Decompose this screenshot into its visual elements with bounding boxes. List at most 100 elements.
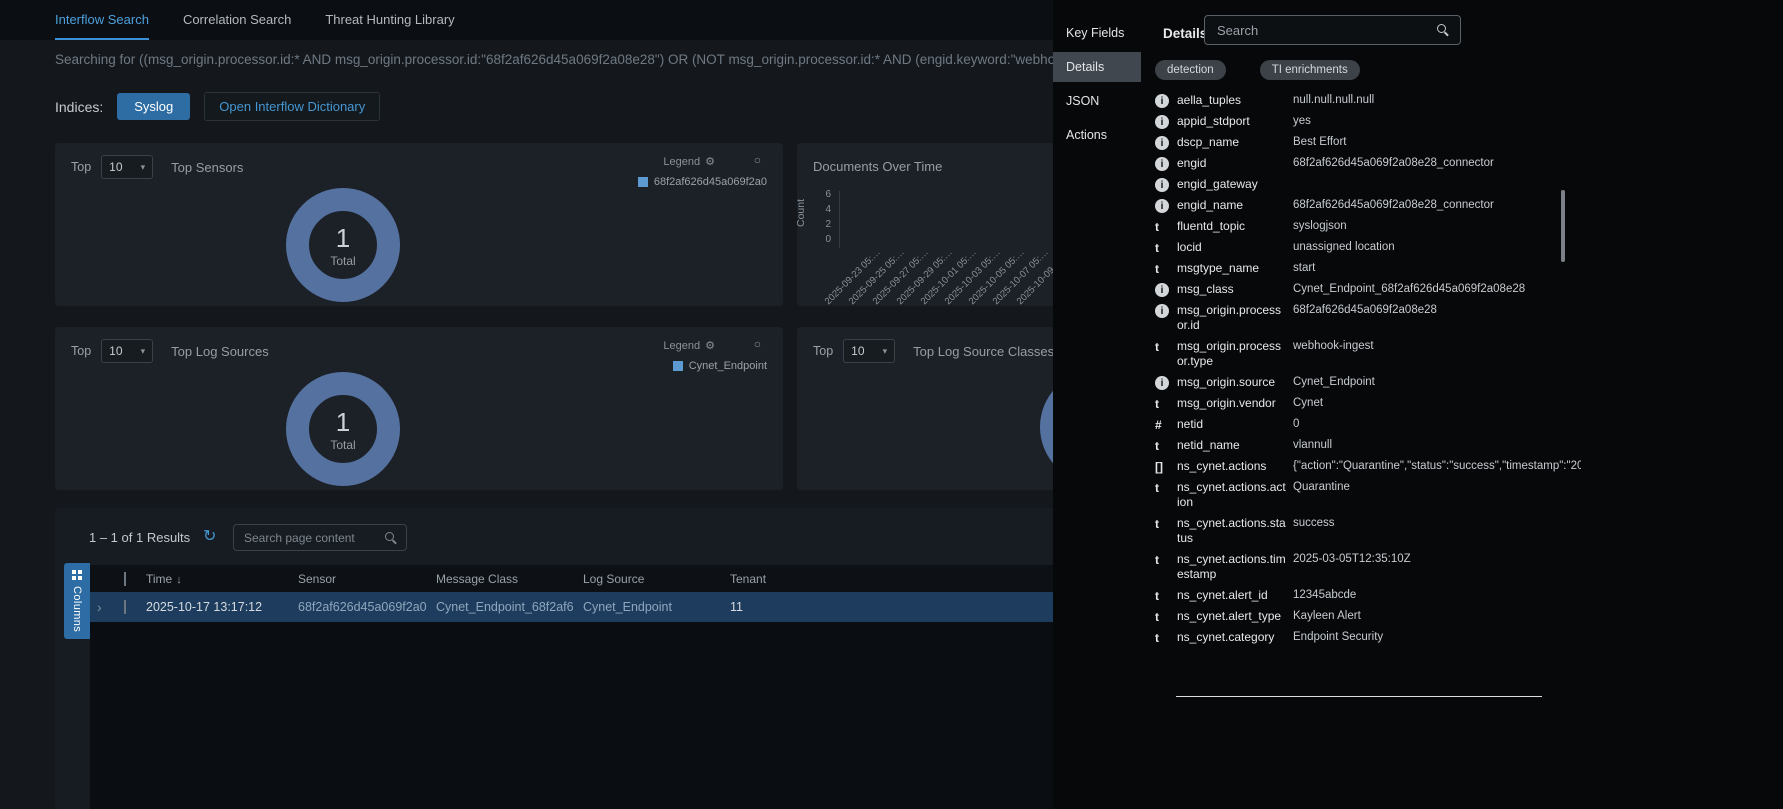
columns-button[interactable]: Columns <box>64 563 90 639</box>
field-value: syslogjson <box>1293 219 1581 234</box>
field-type-icon: i <box>1155 283 1169 297</box>
field-search-placeholder: Search <box>1217 23 1258 38</box>
results-count: 1 – 1 of 1 Results <box>89 530 190 545</box>
field-value: Kayleen Alert <box>1293 609 1581 624</box>
flyout-nav-item[interactable]: Details <box>1053 52 1141 82</box>
indices-label: Indices: <box>55 99 103 115</box>
top-n-dropdown[interactable]: 10 ▾ <box>843 339 895 363</box>
column-header-time[interactable]: Time↓ <box>138 572 290 586</box>
field-name: msg_origin.processor.type <box>1177 339 1287 369</box>
syslog-index-button[interactable]: Syslog <box>117 93 190 120</box>
field-name: engid_gateway <box>1177 177 1287 192</box>
field-row[interactable]: t ns_cynet.actions.timestamp 2025-03-05T… <box>1155 549 1635 585</box>
field-row[interactable]: t msg_origin.vendor Cynet <box>1155 393 1635 414</box>
field-row[interactable]: t netid_name vlannull <box>1155 435 1635 456</box>
field-name: ns_cynet.actions.status <box>1177 516 1287 546</box>
column-header-sensor[interactable]: Sensor <box>290 572 428 586</box>
y-axis-line <box>839 191 840 248</box>
y-tick: 6 <box>811 189 831 200</box>
panel-title: Documents Over Time <box>813 159 942 174</box>
legend-items: Cynet_Endpoint <box>673 360 767 372</box>
field-row[interactable]: t ns_cynet.category Endpoint Security <box>1155 627 1635 648</box>
panel-title: Top Log Sources <box>171 344 269 359</box>
top-n-dropdown[interactable]: 10 ▾ <box>101 339 153 363</box>
field-type-icon: i <box>1155 304 1169 318</box>
nav-tab[interactable]: Correlation Search <box>183 0 291 40</box>
columns-button-label: Columns <box>71 586 83 632</box>
field-name: appid_stdport <box>1177 114 1287 129</box>
tag-pill[interactable]: detection <box>1155 60 1226 80</box>
field-value: 68f2af626d45a069f2a08e28_connector <box>1293 198 1581 213</box>
field-value: vlannull <box>1293 438 1581 453</box>
row-checkbox[interactable] <box>124 600 126 614</box>
legend-swatch <box>673 361 683 371</box>
field-value: Cynet_Endpoint_68f2af626d45a069f2a08e28 <box>1293 282 1581 297</box>
field-type-icon: t <box>1155 262 1177 276</box>
legend-item[interactable]: Cynet_Endpoint <box>673 360 767 372</box>
field-type-icon: t <box>1155 340 1177 354</box>
column-header-message-class[interactable]: Message Class <box>428 572 575 586</box>
column-header-log-source[interactable]: Log Source <box>575 572 722 586</box>
flyout-nav-item[interactable]: Key Fields <box>1053 18 1141 48</box>
field-row[interactable]: t ns_cynet.actions.status success <box>1155 513 1635 549</box>
open-interflow-dictionary-button[interactable]: Open Interflow Dictionary <box>204 92 380 121</box>
field-name: msg_origin.source <box>1177 375 1287 390</box>
field-row[interactable]: [] ns_cynet.actions {"action":"Quarantin… <box>1155 456 1635 477</box>
row-select-cell <box>110 600 138 614</box>
field-row[interactable]: t msg_origin.processor.type webhook-inge… <box>1155 336 1635 372</box>
field-name: netid_name <box>1177 438 1287 453</box>
flyout-nav-item-label: Key Fields <box>1066 26 1124 40</box>
tag-pill[interactable]: TI enrichments <box>1260 60 1360 80</box>
legend-item[interactable]: 68f2af626d45a069f2a0 <box>638 176 767 188</box>
flyout-nav-item-label: Actions <box>1066 128 1107 142</box>
nav-tab[interactable]: Interflow Search <box>55 0 149 40</box>
top-n-dropdown[interactable]: 10 ▾ <box>101 155 153 179</box>
nav-tab-label: Correlation Search <box>183 12 291 27</box>
field-row[interactable]: i aella_tuples null.null.null.null <box>1155 90 1635 111</box>
flyout-title: Details <box>1163 26 1207 41</box>
row-expander-icon[interactable]: › <box>90 600 110 614</box>
donut-total-label: Total <box>330 438 355 452</box>
select-all-checkbox[interactable] <box>124 572 126 586</box>
cell-time: 2025-10-17 13:17:12 <box>138 600 290 614</box>
nav-tab[interactable]: Threat Hunting Library <box>325 0 454 40</box>
field-name: ns_cynet.alert_type <box>1177 609 1287 624</box>
field-row[interactable]: t ns_cynet.alert_id 12345abcde <box>1155 585 1635 606</box>
field-type-icon: t <box>1155 481 1177 495</box>
flyout-nav-item[interactable]: Actions <box>1053 120 1141 150</box>
legend-control[interactable]: Legend ⚙ <box>663 155 715 168</box>
legend-swatch <box>638 177 648 187</box>
field-type-icon: t <box>1155 517 1177 531</box>
legend-label: Legend <box>663 340 700 352</box>
field-type-icon: t <box>1155 553 1177 567</box>
top-label: Top <box>71 344 91 358</box>
field-row[interactable]: i msg_class Cynet_Endpoint_68f2af626d45a… <box>1155 279 1635 300</box>
page-search-input[interactable]: Search page content <box>233 524 407 551</box>
refresh-icon[interactable]: ↻ <box>203 526 216 546</box>
y-tick: 4 <box>811 204 831 215</box>
app-window: Interflow Search Correlation Search Thre… <box>0 0 1783 809</box>
legend-control[interactable]: Legend ⚙ <box>663 339 715 352</box>
expand-icon[interactable]: ○ <box>754 153 761 167</box>
field-row[interactable]: i msg_origin.source Cynet_Endpoint <box>1155 372 1635 393</box>
field-row[interactable]: i msg_origin.processor.id 68f2af626d45a0… <box>1155 300 1635 336</box>
cell-sensor: 68f2af626d45a069f2a0 <box>290 600 428 614</box>
field-row[interactable]: i engid 68f2af626d45a069f2a08e28_connect… <box>1155 153 1635 174</box>
field-type-icon: i <box>1155 136 1169 150</box>
legend-settings-icon: ⚙ <box>705 155 715 168</box>
select-all-cell <box>110 572 138 586</box>
field-row[interactable]: t ns_cynet.actions.action Quarantine <box>1155 477 1635 513</box>
field-type-icon: t <box>1155 397 1177 411</box>
field-row[interactable]: i appid_stdport yes <box>1155 111 1635 132</box>
top-label: Top <box>813 344 833 358</box>
expand-icon[interactable]: ○ <box>754 337 761 351</box>
field-name: msg_class <box>1177 282 1287 297</box>
field-row[interactable]: i dscp_name Best Effort <box>1155 132 1635 153</box>
field-row[interactable]: # netid 0 <box>1155 414 1635 435</box>
scrollbar-thumb[interactable] <box>1561 190 1565 262</box>
donut-center: 1 Total <box>286 372 400 486</box>
field-search-input[interactable]: Search <box>1204 15 1461 45</box>
flyout-nav-item[interactable]: JSON <box>1053 86 1141 116</box>
panel-header: Top 10 ▾ Top Sensors <box>71 155 243 179</box>
field-row[interactable]: t ns_cynet.alert_type Kayleen Alert <box>1155 606 1635 627</box>
